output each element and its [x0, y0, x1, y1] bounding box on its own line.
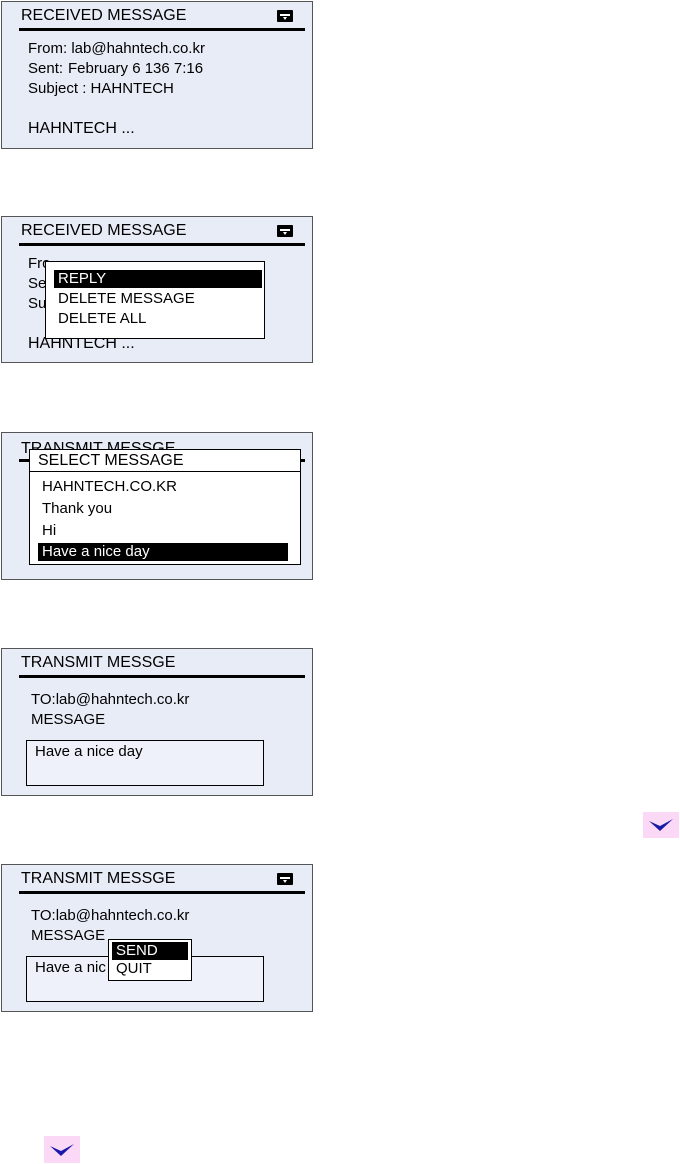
sent-value: February 6 136 7:16 — [68, 60, 204, 77]
checkmark-icon — [643, 812, 679, 838]
option-thank-you[interactable]: Thank you — [38, 500, 288, 518]
popup-title: SELECT MESSAGE — [38, 452, 184, 469]
menu-item-reply[interactable]: REPLY — [54, 270, 262, 288]
message-text-partial: Have a nic — [35, 959, 106, 976]
select-message-screen: TRANSMIT MESSGE SELECT MESSAGE HAHNTECH.… — [1, 432, 313, 580]
card-icon — [277, 225, 293, 237]
menu-item-send[interactable]: SEND — [112, 942, 188, 960]
screen-title: TRANSMIT MESSGE — [21, 654, 176, 671]
to-line: TO:lab@hahntech.co.kr — [31, 907, 190, 924]
message-body: HAHNTECH ... — [28, 120, 135, 137]
title-divider — [19, 675, 305, 678]
from-line: From: lab@hahntech.co.kr — [28, 40, 205, 57]
message-label: MESSAGE — [31, 927, 106, 944]
menu-item-delete-message[interactable]: DELETE MESSAGE — [54, 290, 262, 308]
title-divider — [19, 28, 305, 31]
card-icon — [277, 873, 293, 885]
screen-title: RECEIVED MESSAGE — [21, 222, 187, 239]
menu-item-quit[interactable]: QUIT — [112, 960, 188, 978]
action-menu: REPLY DELETE MESSAGE DELETE ALL — [45, 261, 265, 339]
title-divider — [19, 243, 305, 246]
received-message-menu-screen: RECEIVED MESSAGE Fro Se Su HAHNTECH ... … — [1, 216, 313, 363]
subject-line: Subject : HAHNTECH — [28, 80, 174, 97]
card-icon — [277, 10, 293, 22]
popup-title-divider — [30, 471, 300, 472]
subject-line-partial: Su — [28, 295, 47, 312]
sent-line-partial: Se — [28, 275, 47, 292]
screen-title: TRANSMIT MESSGE — [21, 870, 176, 887]
message-label: MESSAGE — [31, 711, 106, 728]
transmit-message-screen: TRANSMIT MESSGE TO:lab@hahntech.co.kr ME… — [1, 648, 313, 796]
option-have-a-nice-day[interactable]: Have a nice day — [38, 543, 288, 561]
checkmark-icon — [44, 1136, 80, 1163]
menu-item-delete-all[interactable]: DELETE ALL — [54, 310, 262, 328]
select-message-popup: SELECT MESSAGE HAHNTECH.CO.KR Thank you … — [29, 449, 301, 565]
option-hi[interactable]: Hi — [38, 522, 288, 540]
transmit-send-menu-screen: TRANSMIT MESSGE TO:lab@hahntech.co.kr ME… — [1, 864, 313, 1012]
screen-title: RECEIVED MESSAGE — [21, 7, 187, 24]
send-menu: SEND QUIT — [108, 939, 192, 981]
message-text: Have a nice day — [35, 743, 143, 760]
received-message-screen: RECEIVED MESSAGE From: lab@hahntech.co.k… — [1, 1, 313, 149]
to-line: TO:lab@hahntech.co.kr — [31, 691, 190, 708]
sent-label: Sent: — [28, 60, 64, 77]
title-divider — [19, 891, 305, 894]
message-textbox[interactable]: Have a nice day — [26, 740, 264, 786]
option-hahntech[interactable]: HAHNTECH.CO.KR — [38, 478, 288, 496]
